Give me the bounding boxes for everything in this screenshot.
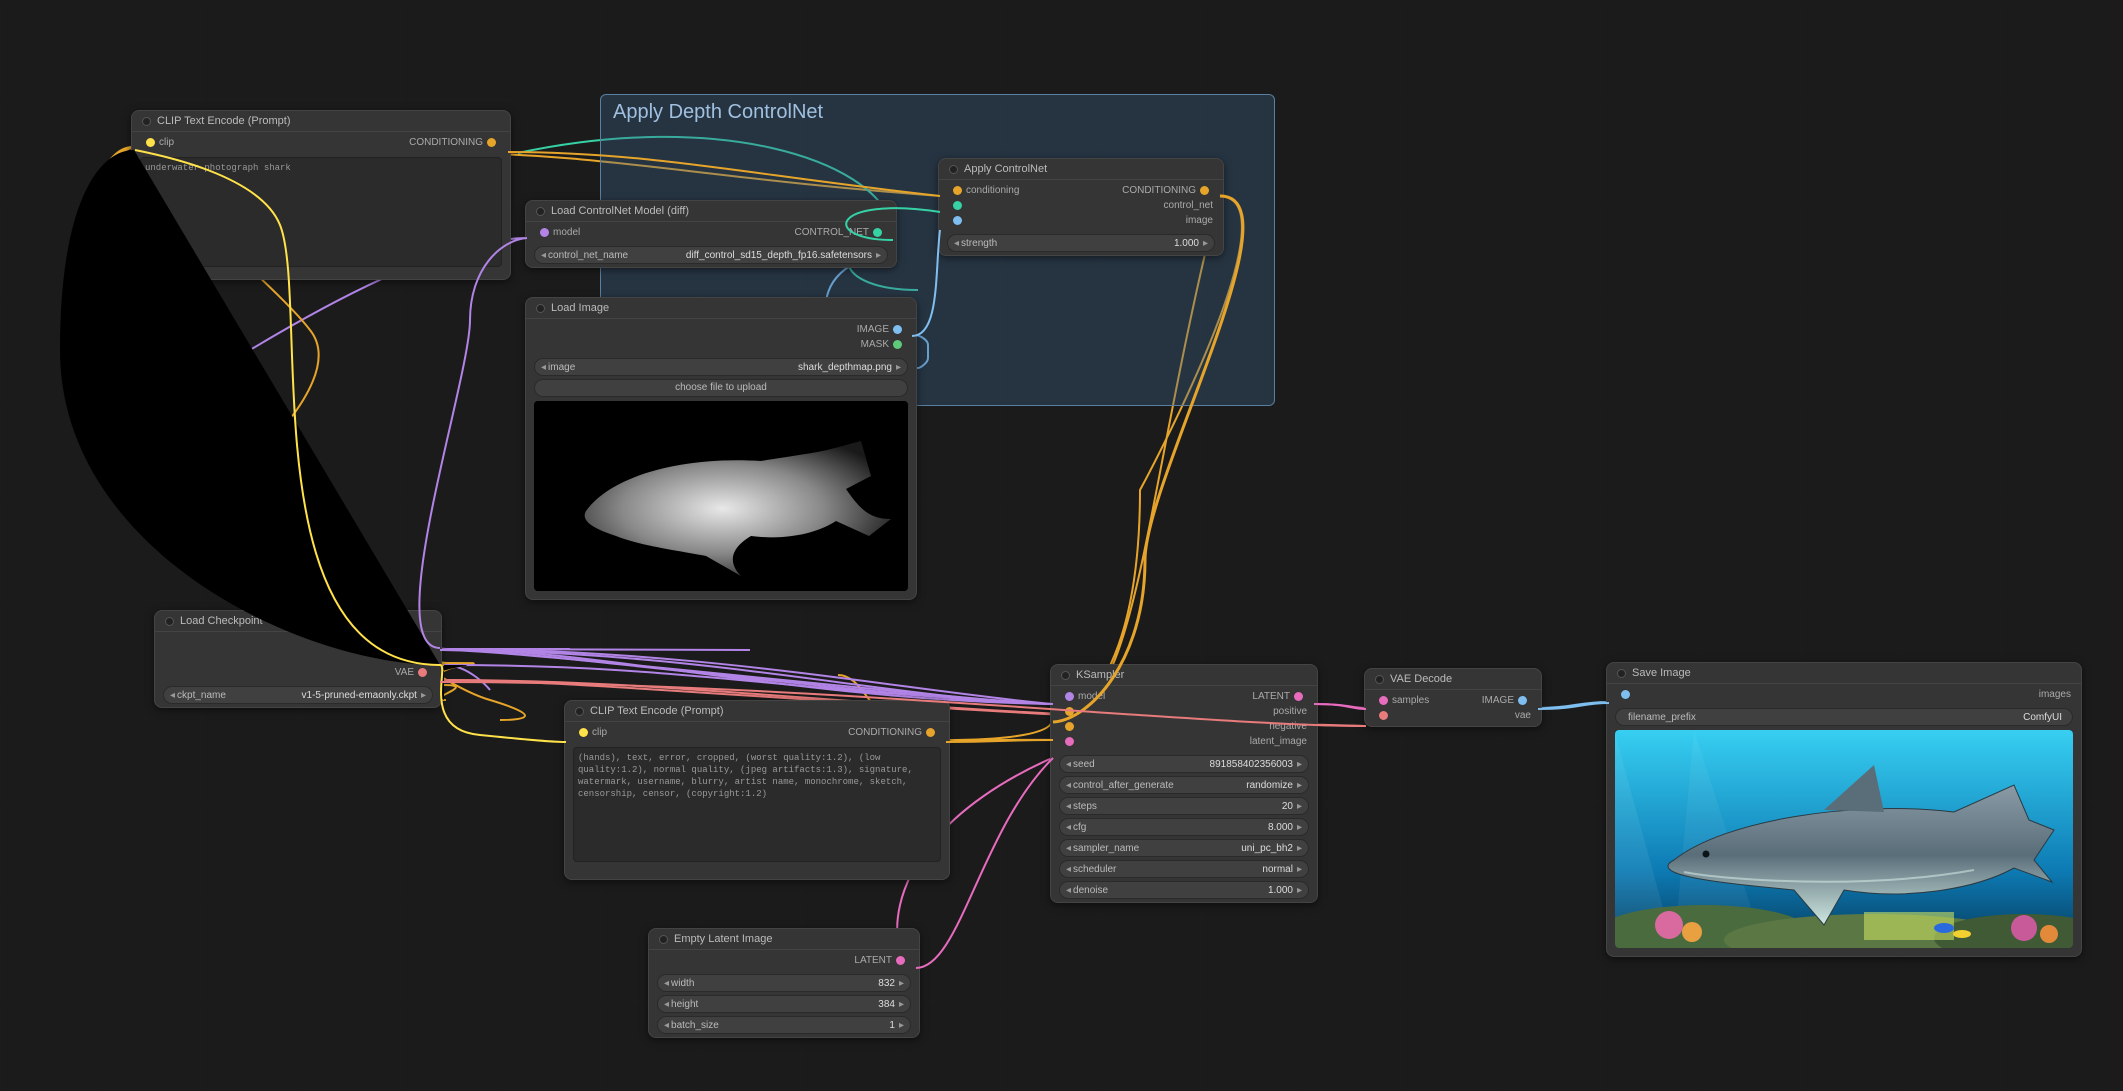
widget-filename-prefix[interactable]: filename_prefixComfyUI bbox=[1615, 708, 2073, 726]
node-save-image[interactable]: Save Image images filename_prefixComfyUI bbox=[1606, 662, 2082, 957]
port-samples-in[interactable]: samples bbox=[1392, 695, 1429, 706]
widget-scheduler[interactable]: ◂schedulernormal▸ bbox=[1059, 860, 1309, 878]
port-latent-out[interactable]: LATENT bbox=[1252, 691, 1290, 702]
port-vae-out[interactable]: VAE bbox=[395, 667, 414, 678]
widget-width[interactable]: ◂width832▸ bbox=[657, 974, 911, 992]
port-conditioning-out[interactable]: CONDITIONING bbox=[1122, 185, 1196, 196]
node-load-controlnet-model-diff[interactable]: Load ControlNet Model (diff) model CONTRO… bbox=[525, 200, 897, 268]
collapse-dot-icon[interactable] bbox=[659, 935, 668, 944]
node-vae-decode[interactable]: VAE Decode samples IMAGE vae bbox=[1364, 668, 1542, 727]
negative-prompt-textarea[interactable]: (hands), text, error, cropped, (worst qu… bbox=[573, 747, 941, 862]
node-title: Empty Latent Image bbox=[674, 933, 772, 945]
node-clip-text-encode-negative[interactable]: CLIP Text Encode (Prompt) clip CONDITIONI… bbox=[564, 700, 950, 880]
node-title: Load ControlNet Model (diff) bbox=[551, 205, 689, 217]
port-image-out[interactable]: IMAGE bbox=[857, 324, 889, 335]
node-empty-latent-image[interactable]: Empty Latent Image LATENT ◂width832▸ ◂he… bbox=[648, 928, 920, 1038]
node-ksampler[interactable]: KSampler model LATENT positive negative l… bbox=[1050, 664, 1318, 903]
port-model-out[interactable]: MODEL bbox=[378, 637, 414, 648]
port-mask-out[interactable]: MASK bbox=[861, 339, 889, 350]
port-clip-out[interactable]: CLIP bbox=[392, 652, 414, 663]
node-apply-controlnet[interactable]: Apply ControlNet conditioning CONDITIONIN… bbox=[938, 158, 1224, 256]
node-title: Load Image bbox=[551, 302, 609, 314]
port-conditioning-in[interactable]: conditioning bbox=[966, 185, 1019, 196]
widget-control-after-generate[interactable]: ◂control_after_generaterandomize▸ bbox=[1059, 776, 1309, 794]
widget-denoise[interactable]: ◂denoise1.000▸ bbox=[1059, 881, 1309, 899]
collapse-dot-icon[interactable] bbox=[1061, 671, 1070, 680]
port-image-out[interactable]: IMAGE bbox=[1482, 695, 1514, 706]
port-conditioning[interactable]: CONDITIONING bbox=[409, 137, 483, 148]
port-control-net-in[interactable]: control_net bbox=[1164, 200, 1213, 211]
node-load-checkpoint[interactable]: Load Checkpoint MODEL CLIP VAE ◂ckpt_nam… bbox=[154, 610, 442, 708]
prompt-textarea[interactable]: underwater photograph shark bbox=[140, 157, 502, 267]
choose-file-button[interactable]: choose file to upload bbox=[534, 379, 908, 397]
node-title: CLIP Text Encode (Prompt) bbox=[157, 115, 291, 127]
port-clip-in[interactable]: clip bbox=[592, 727, 607, 738]
widget-cfg[interactable]: ◂cfg8.000▸ bbox=[1059, 818, 1309, 836]
widget-steps[interactable]: ◂steps20▸ bbox=[1059, 797, 1309, 815]
widget-seed[interactable]: ◂seed891858402356003▸ bbox=[1059, 755, 1309, 773]
collapse-dot-icon[interactable] bbox=[1375, 675, 1384, 684]
port-images-in[interactable]: images bbox=[2039, 689, 2071, 700]
node-clip-text-encode-prompt[interactable]: CLIP Text Encode (Prompt) clip CONDITIONI… bbox=[131, 110, 511, 280]
widget-strength[interactable]: ◂strength1.000▸ bbox=[947, 234, 1215, 252]
collapse-dot-icon[interactable] bbox=[1617, 669, 1626, 678]
collapse-dot-icon[interactable] bbox=[536, 207, 545, 216]
port-image-in[interactable]: image bbox=[1186, 215, 1213, 226]
node-title: CLIP Text Encode (Prompt) bbox=[590, 705, 724, 717]
port-latent-image-in[interactable]: latent_image bbox=[1250, 736, 1307, 747]
collapse-dot-icon[interactable] bbox=[165, 617, 174, 626]
widget-control-net-name[interactable]: ◂control_net_namediff_control_sd15_depth… bbox=[534, 246, 888, 264]
port-positive-in[interactable]: positive bbox=[1273, 706, 1307, 717]
port-control-net[interactable]: CONTROL_NET bbox=[795, 227, 869, 238]
collapse-dot-icon[interactable] bbox=[142, 117, 151, 126]
collapse-dot-icon[interactable] bbox=[536, 304, 545, 313]
node-title: Apply ControlNet bbox=[964, 163, 1047, 175]
port-latent-out[interactable]: LATENT bbox=[854, 955, 892, 966]
port-negative-in[interactable]: negative bbox=[1269, 721, 1307, 732]
node-title: KSampler bbox=[1076, 669, 1124, 681]
node-title: Load Checkpoint bbox=[180, 615, 263, 627]
widget-height[interactable]: ◂height384▸ bbox=[657, 995, 911, 1013]
widget-image-file[interactable]: ◂imageshark_depthmap.png▸ bbox=[534, 358, 908, 376]
node-load-image[interactable]: Load Image IMAGE MASK ◂imageshark_depthm… bbox=[525, 297, 917, 600]
node-title: VAE Decode bbox=[1390, 673, 1452, 685]
widget-batch-size[interactable]: ◂batch_size1▸ bbox=[657, 1016, 911, 1034]
port-clip[interactable]: clip bbox=[159, 137, 174, 148]
port-model[interactable]: model bbox=[553, 227, 580, 238]
output-preview-image bbox=[1615, 730, 2073, 948]
collapse-dot-icon[interactable] bbox=[575, 707, 584, 716]
widget-sampler-name[interactable]: ◂sampler_nameuni_pc_bh2▸ bbox=[1059, 839, 1309, 857]
port-model-in[interactable]: model bbox=[1078, 691, 1105, 702]
group-title: Apply Depth ControlNet bbox=[601, 95, 1274, 130]
depthmap-preview-image bbox=[534, 401, 908, 591]
port-conditioning-out[interactable]: CONDITIONING bbox=[848, 727, 922, 738]
port-vae-in[interactable]: vae bbox=[1515, 710, 1531, 721]
widget-ckpt-name[interactable]: ◂ckpt_namev1-5-pruned-emaonly.ckpt▸ bbox=[163, 686, 433, 704]
node-title: Save Image bbox=[1632, 667, 1691, 679]
collapse-dot-icon[interactable] bbox=[949, 165, 958, 174]
